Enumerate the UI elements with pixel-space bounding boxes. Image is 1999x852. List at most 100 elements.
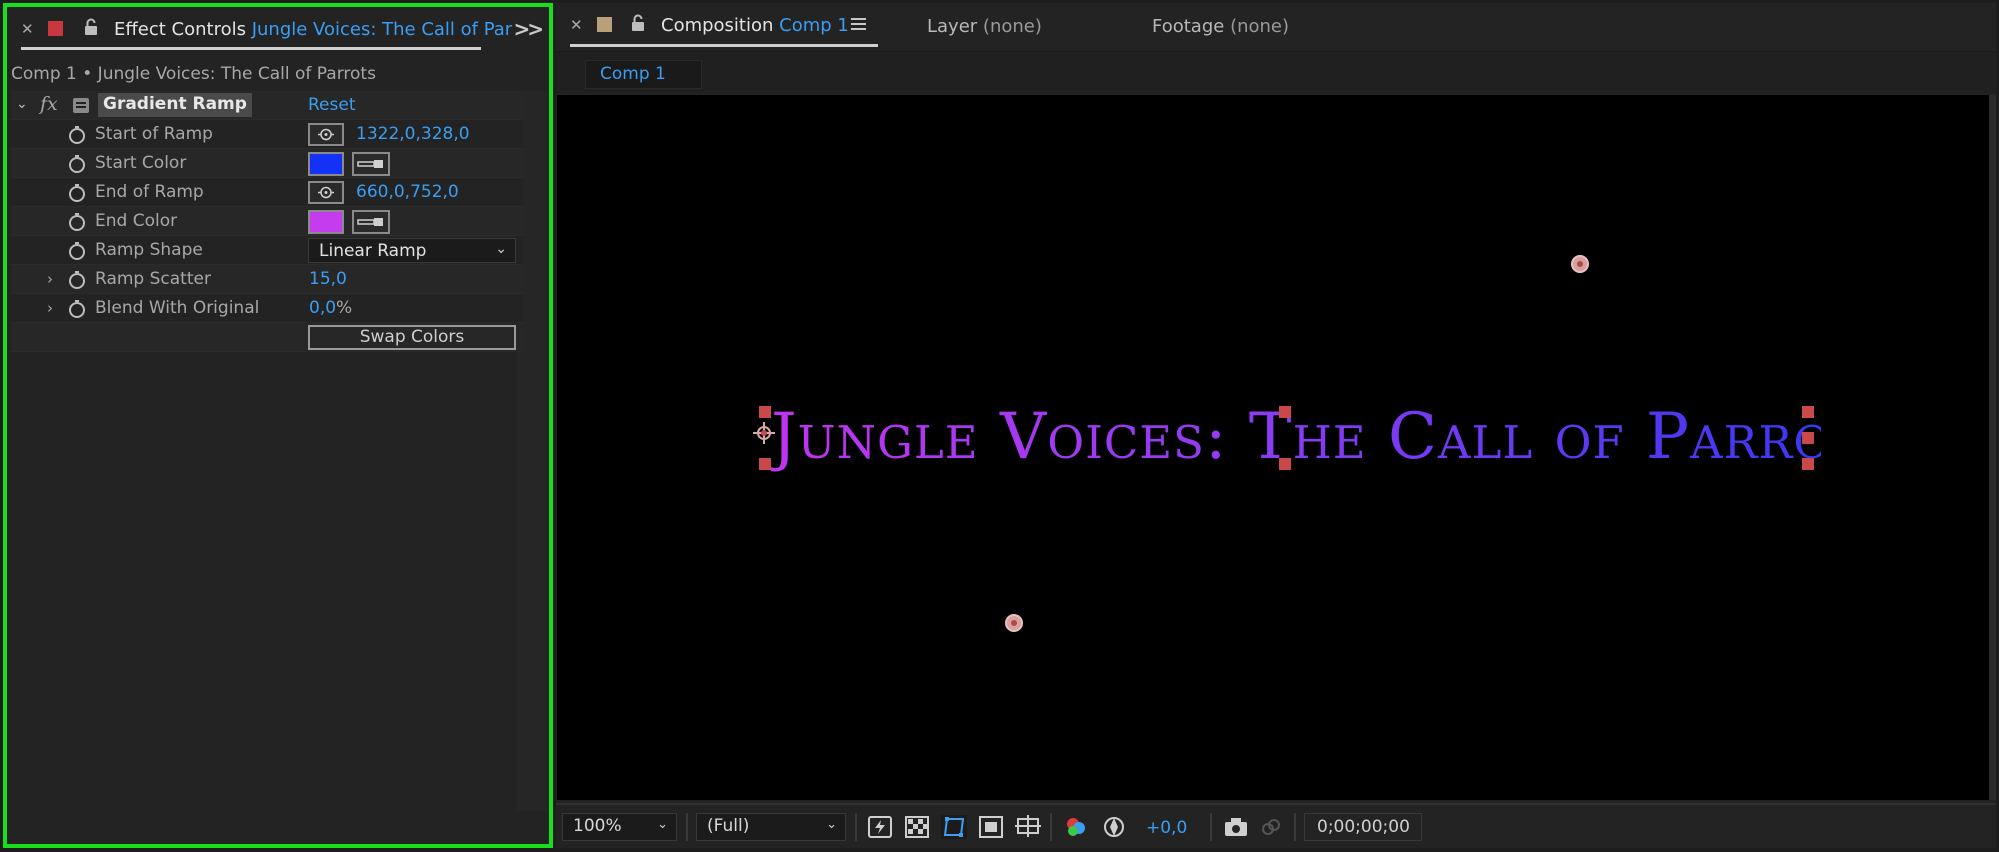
ramp-shape-dropdown[interactable]: Linear Ramp ⌄ — [308, 238, 516, 263]
effect-controls-tab[interactable]: ✕ Effect Controls Jungle Voices: The Cal… — [7, 7, 549, 50]
timecode-display[interactable]: 0;00;00;00 — [1304, 813, 1422, 841]
resolution-dropdown[interactable]: (Full) ⌄ — [696, 813, 846, 841]
ramp-end-point-icon[interactable] — [1003, 612, 1025, 634]
resolution-value: (Full) — [707, 816, 750, 836]
effect-header-row[interactable]: ⌄ fx Gradient Ramp Reset — [11, 91, 523, 120]
stopwatch-icon[interactable] — [68, 299, 86, 318]
comp-navigator-tab[interactable]: Comp 1 — [585, 60, 702, 89]
effect-controls-panel: ✕ Effect Controls Jungle Voices: The Cal… — [3, 3, 553, 848]
tab-comp-name: Comp 1 — [779, 15, 849, 36]
effect-controls-title: Effect Controls Jungle Voices: The Call … — [114, 19, 512, 40]
title-text-layer[interactable]: Jungle Voices: The Call of Parrots — [771, 400, 1893, 474]
property-row-ramp-shape: Ramp Shape Linear Ramp ⌄ — [11, 236, 523, 265]
grid-guides-icon[interactable] — [1015, 815, 1041, 839]
mask-visibility-icon[interactable] — [941, 815, 967, 839]
property-row-ramp-scatter: › Ramp Scatter 15,0 — [11, 265, 523, 294]
tab-value: (none) — [982, 16, 1042, 37]
transform-handle[interactable] — [759, 406, 771, 418]
stopwatch-icon[interactable] — [68, 212, 86, 231]
eyedropper-button[interactable] — [352, 210, 390, 234]
channels-icon[interactable] — [1064, 815, 1090, 839]
stopwatch-icon[interactable] — [68, 183, 86, 202]
close-icon[interactable]: ✕ — [570, 16, 583, 34]
stopwatch-icon[interactable] — [68, 154, 86, 173]
eyedropper-icon — [357, 218, 383, 226]
label-color-swatch[interactable] — [597, 17, 612, 32]
panel-menu-icon[interactable] — [851, 17, 866, 31]
toolbar-divider — [855, 813, 857, 841]
zoom-value: 100% — [573, 816, 622, 836]
property-value[interactable]: 660,0,752,0 — [356, 182, 459, 202]
color-swatch[interactable] — [308, 210, 344, 234]
transform-handle[interactable] — [1802, 458, 1814, 470]
close-icon[interactable]: ✕ — [21, 20, 34, 38]
property-value[interactable]: 0,0% — [309, 298, 352, 318]
tab-label: Layer — [927, 16, 978, 37]
chevron-down-icon: ⌄ — [495, 241, 507, 257]
transform-handle[interactable] — [759, 458, 771, 470]
color-swatch[interactable] — [308, 152, 344, 176]
eyedropper-button[interactable] — [352, 152, 390, 176]
composition-tab[interactable]: Composition Comp 1 — [661, 15, 849, 36]
region-of-interest-icon[interactable] — [978, 815, 1004, 839]
tab-layer-name: Jungle Voices: The Call of Par — [251, 19, 513, 40]
composition-viewer[interactable]: Jungle Voices: The Call of Parrots — [557, 95, 1989, 800]
lock-icon[interactable] — [83, 18, 99, 36]
toolbar-divider — [686, 813, 688, 841]
exposure-value[interactable]: +0,0 — [1146, 818, 1187, 838]
lock-icon[interactable] — [630, 14, 646, 32]
label-color-swatch[interactable] — [48, 21, 63, 36]
stopwatch-icon[interactable] — [68, 125, 86, 144]
stopwatch-icon[interactable] — [68, 270, 86, 289]
chevron-down-icon[interactable]: ⌄ — [16, 96, 28, 112]
property-label: Ramp Shape — [95, 240, 203, 260]
swap-colors-button[interactable]: Swap Colors — [308, 325, 516, 350]
transparency-grid-icon[interactable] — [904, 815, 930, 839]
transform-handle[interactable] — [1802, 432, 1814, 444]
transform-handle[interactable] — [1279, 458, 1291, 470]
property-row-end-color: End Color — [11, 207, 523, 236]
property-label: Start of Ramp — [95, 124, 213, 144]
tab-label: Footage — [1152, 16, 1225, 37]
chevron-right-icon[interactable]: › — [47, 299, 53, 317]
comp-navigator-bar: Comp 1 — [556, 51, 1996, 93]
reset-exposure-icon[interactable] — [1101, 815, 1127, 839]
chevron-right-icon[interactable]: › — [47, 270, 53, 288]
chevron-down-icon: ⌄ — [657, 817, 668, 832]
property-label: Ramp Scatter — [95, 269, 211, 289]
stopwatch-icon[interactable] — [68, 241, 86, 260]
dropdown-value: Linear Ramp — [319, 241, 427, 261]
footage-tab[interactable]: Footage (none) — [1152, 16, 1289, 37]
ramp-start-point-icon[interactable] — [1569, 253, 1591, 275]
point-target-button[interactable] — [308, 181, 344, 204]
property-value[interactable]: 15,0 — [309, 269, 347, 289]
transform-handle[interactable] — [1802, 406, 1814, 418]
property-label: Blend With Original — [95, 298, 260, 318]
show-snapshot-icon[interactable] — [1258, 815, 1284, 839]
layer-tab[interactable]: Layer (none) — [927, 16, 1042, 37]
property-row-blend-with-original: › Blend With Original 0,0% — [11, 294, 523, 323]
anchor-point-icon[interactable] — [753, 422, 775, 444]
active-tab-underline — [570, 44, 878, 47]
camera-icon[interactable] — [1223, 815, 1249, 839]
eyedropper-icon — [357, 160, 383, 168]
crosshair-icon — [318, 128, 334, 141]
panel-overflow-icon[interactable]: >> — [513, 17, 543, 41]
property-label: Start Color — [95, 153, 187, 173]
swap-colors-row: Swap Colors — [11, 323, 523, 352]
reset-link[interactable]: Reset — [308, 95, 356, 115]
fx-toggle[interactable]: fx — [40, 93, 58, 115]
transform-handle[interactable] — [1279, 406, 1291, 418]
property-value[interactable]: 1322,0,328,0 — [356, 124, 470, 144]
effect-property-list: ⌄ fx Gradient Ramp Reset Start of Ramp 1… — [11, 91, 523, 352]
composition-panel: ✕ Composition Comp 1 Layer (none) Footag… — [556, 3, 1996, 848]
effect-name[interactable]: Gradient Ramp — [98, 93, 252, 117]
property-row-start-of-ramp: Start of Ramp 1322,0,328,0 — [11, 120, 523, 149]
tab-value: (none) — [1230, 16, 1290, 37]
fast-previews-icon[interactable] — [867, 815, 893, 839]
zoom-dropdown[interactable]: 100% ⌄ — [562, 813, 677, 841]
viewer-scroll-edge — [1989, 95, 1996, 800]
point-target-button[interactable] — [308, 123, 344, 146]
toolbar-divider — [1294, 813, 1296, 841]
active-tab-underline — [21, 47, 481, 50]
